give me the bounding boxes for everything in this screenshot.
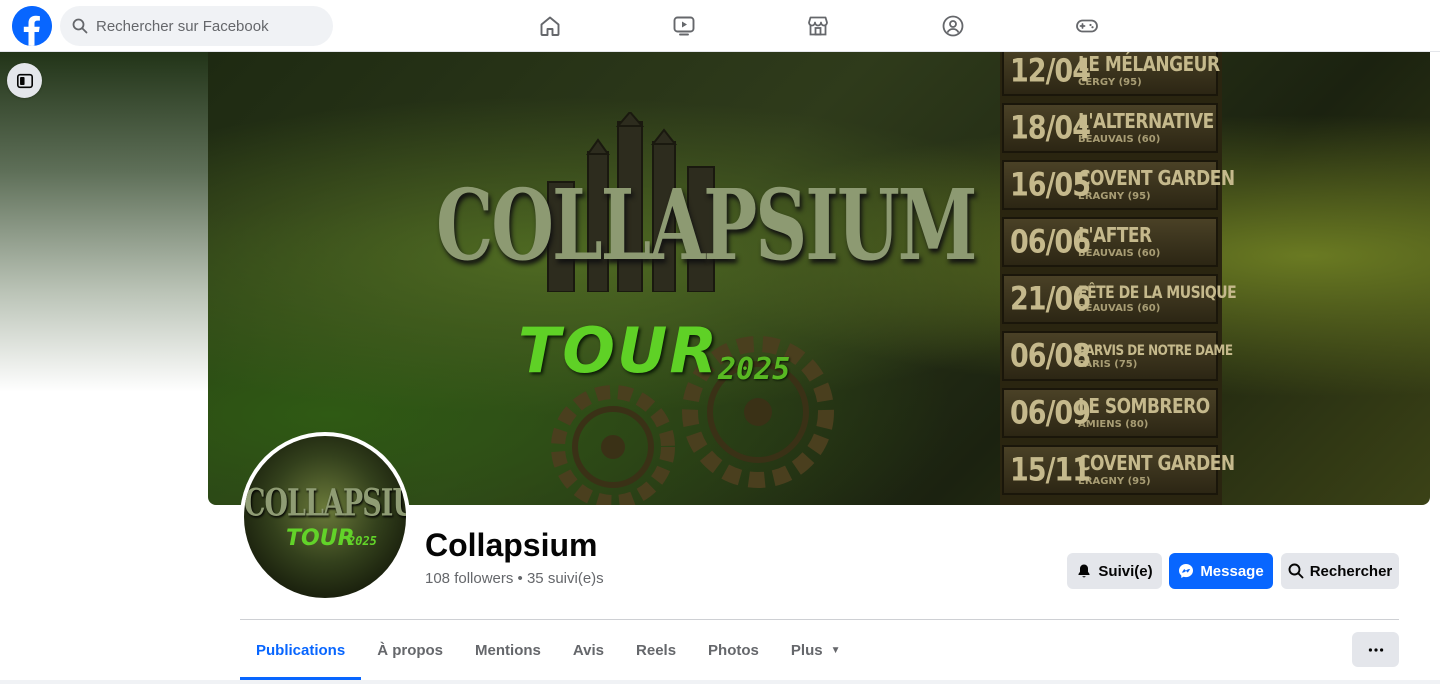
tab-label: Publications [256,641,346,659]
tour-dates-board: 12/04 LE MÉLANGEUR CERGY (95) 18/04 L'ALT… [1000,52,1237,505]
more-options-button[interactable] [1352,632,1399,667]
tour-date-row: 06/08 PARVIS DE NOTRE DAME PARIS (75) [1002,331,1233,381]
nav-video[interactable] [628,0,740,52]
tour-venue: COVENT GARDEN [1078,166,1235,191]
profile-tabs: Publications À propos Mentions Avis Reel… [240,620,856,680]
tour-date-row: 06/06 L'AFTER BEAUVAIS (60) [1002,217,1218,267]
message-button[interactable]: Message [1169,553,1273,589]
tab-label: Reels [636,641,677,659]
tour-date: 18/04 [1010,109,1091,147]
tab-publications[interactable]: Publications [240,620,362,680]
page-title: Collapsium [425,527,598,563]
search-input[interactable] [96,17,316,35]
tour-venue: FÊTE DE LA MUSIQUE [1078,282,1237,303]
gear-decoration-icon [551,385,675,505]
ellipsis-icon [1368,647,1383,652]
search-icon [72,18,88,34]
left-background-fade [0,52,208,392]
avatar-tour-year: 2025 [348,534,377,548]
avatar-band-title: COLLAPSIUM [244,481,406,526]
tour-venue: L'ALTERNATIVE [1078,109,1214,134]
home-icon [540,16,560,36]
tour-date: 16/05 [1010,166,1091,204]
nav-groups[interactable] [897,0,1009,52]
tour-date: 06/09 [1010,394,1091,432]
tour-date: 06/08 [1010,337,1091,375]
facebook-logo-icon[interactable] [12,6,52,46]
tour-date: 06/06 [1010,223,1091,261]
tab-label: Plus [790,641,823,659]
nav-home[interactable] [494,0,606,52]
tour-date-row: 18/04 L'ALTERNATIVE BEAUVAIS (60) [1002,103,1218,153]
tab-about[interactable]: À propos [361,620,459,680]
avatar-tour-label: TOUR [286,526,355,551]
search-icon [1288,563,1304,579]
tour-date-row: 15/11 COVENT GARDEN ERAGNY (95) [1002,445,1235,495]
message-button-label: Message [1200,562,1264,580]
tab-label: Avis [572,641,605,659]
tour-date-row: 21/06 FÊTE DE LA MUSIQUE BEAUVAIS (60) [1002,274,1237,324]
messenger-icon [1179,564,1194,578]
following-button[interactable]: Suivi(e) [1067,553,1162,589]
tab-label: À propos [377,641,444,659]
tour-city: PARIS (75) [1078,358,1138,370]
following-button-label: Suivi(e) [1098,562,1153,580]
tour-date: 15/11 [1010,451,1091,489]
top-navigation-bar [0,0,1440,52]
tour-city: CERGY (95) [1078,76,1142,88]
marketplace-icon [808,16,828,36]
tour-city: AMIENS (80) [1078,418,1149,430]
tab-more[interactable]: Plus ▼ [775,620,857,680]
tour-city: BEAUVAIS (60) [1078,133,1161,145]
video-icon [673,16,695,36]
avatar: COLLAPSIUM TOUR 2025 [244,436,406,598]
caret-down-icon: ▼ [830,644,841,656]
tour-venue: PARVIS DE NOTRE DAME [1078,341,1233,358]
tab-label: Photos [708,641,759,659]
nav-marketplace[interactable] [762,0,874,52]
sidebar-panel-icon [16,73,33,88]
gaming-icon [1076,19,1098,33]
tour-date: 21/06 [1010,280,1091,318]
tour-date-row: 16/05 COVENT GARDEN ERAGNY (95) [1002,160,1235,210]
cover-photo[interactable]: COLLAPSIUM TOUR 2025 12/04 LE MÉLANGEUR C… [208,52,1430,505]
tab-mentions[interactable]: Mentions [459,620,557,680]
tour-venue: LE SOMBRERO [1078,394,1210,419]
cover-tour-year: 2025 [718,352,791,387]
tour-city: BEAUVAIS (60) [1078,302,1161,314]
cover-tour-label: TOUR [518,314,720,387]
search-bar[interactable] [60,6,333,46]
tour-venue: COVENT GARDEN [1078,451,1235,476]
page-bottom-edge [0,680,1440,684]
tour-date-row: 06/09 LE SOMBRERO AMIENS (80) [1002,388,1218,438]
tour-venue: L'AFTER [1078,223,1152,248]
search-page-button-label: Rechercher [1309,562,1393,580]
tab-reviews[interactable]: Avis [557,620,620,680]
sidebar-toggle-button[interactable] [7,63,42,98]
cover-band-title: COLLAPSIUM [436,167,977,282]
groups-icon [942,15,964,37]
search-page-button[interactable]: Rechercher [1281,553,1399,589]
follower-stats[interactable]: 108 followers • 35 suivi(e)s [425,570,604,587]
tab-reels[interactable]: Reels [620,620,692,680]
bell-icon [1078,564,1090,578]
tour-date-row: 12/04 LE MÉLANGEUR CERGY (95) [1002,52,1220,96]
tour-date: 12/04 [1010,52,1091,90]
nav-gaming[interactable] [1031,0,1143,52]
tour-venue: LE MÉLANGEUR [1078,52,1220,77]
profile-picture[interactable]: COLLAPSIUM TOUR 2025 [240,432,410,602]
tour-city: BEAUVAIS (60) [1078,247,1161,259]
tab-photos[interactable]: Photos [692,620,775,680]
tour-city: ERAGNY (95) [1078,190,1151,202]
tab-label: Mentions [475,641,541,659]
tour-city: ERAGNY (95) [1078,475,1151,487]
